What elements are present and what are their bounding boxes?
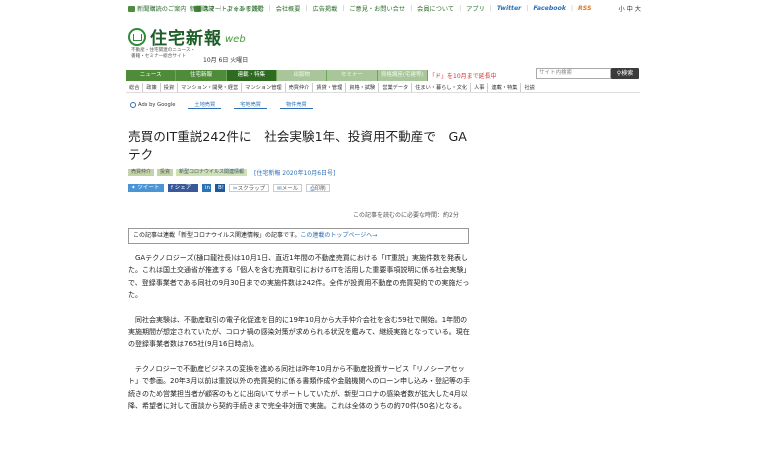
category-nav: 総合 政策 投資 マンション・開発・経営 マンション管理 売買仲介 賃貸・管理 … (126, 83, 640, 93)
cat-mansion-dev[interactable]: マンション・開発・経営 (178, 83, 243, 92)
cat-brokerage[interactable]: 売買仲介 (286, 83, 314, 92)
top-link-faq[interactable]: よくある質問 (226, 4, 263, 13)
newspaper-icon (128, 6, 135, 12)
cat-personnel[interactable]: 人事 (471, 83, 489, 92)
series-top-link[interactable]: この連載のトップページへ→ (300, 232, 377, 239)
article-paragraph: GAテクノロジーズ(樋口龍社長)は10月1日、直近1年間の不動産売買における「I… (128, 254, 471, 300)
current-date: 10月 6日 火曜日 (203, 57, 249, 64)
ads-label: Ads by Google (138, 102, 176, 108)
ad-lot-button[interactable]: 宅地売買 (234, 101, 267, 109)
cat-rental[interactable]: 賃貸・管理 (313, 83, 347, 92)
top-link-subscribe[interactable]: 新聞購読 (190, 4, 215, 13)
nav-publications[interactable]: 出版物 (276, 70, 328, 81)
cat-editorial[interactable]: 社説 (521, 83, 537, 92)
tag-investment[interactable]: 投資 (157, 169, 174, 176)
site-search-input[interactable]: サイト内検索 (536, 68, 611, 79)
linkedin-button[interactable]: in (202, 184, 211, 192)
series-note-text: この記事は連載「新型コロナウイルス関連情報」の記事です。 (133, 232, 301, 239)
logo-suffix: web (225, 34, 246, 45)
ad-land-button[interactable]: 土地売買 (188, 101, 222, 109)
nav-news[interactable]: ニュース (126, 70, 177, 81)
site-logo[interactable]: 住宅新報 web (128, 24, 246, 49)
ad-property-button[interactable]: 物件売買 (279, 101, 313, 109)
tag-brokerage[interactable]: 売買仲介 (128, 169, 155, 176)
cat-mansion-mgmt[interactable]: マンション管理 (242, 83, 286, 92)
cat-policy[interactable]: 政策 (143, 83, 161, 92)
tweet-button[interactable]: ✦ ツイート (128, 184, 164, 192)
search-button[interactable]: ⚲検索 (611, 68, 639, 79)
top-link-contact[interactable]: ご意見・お問い合せ (349, 4, 405, 13)
ad-row: Ads by Google 土地売買 宅地売買 物件売買 (130, 101, 313, 109)
series-note: この記事は連載「新型コロナウイルス関連情報」の記事です。この連載のトップページへ… (128, 228, 469, 244)
cat-qualification[interactable]: 資格・試験 (346, 83, 380, 92)
facebook-share-button[interactable]: f シェア (168, 184, 198, 192)
house-logo-icon (128, 27, 146, 46)
mail-button[interactable]: ✉メール (273, 184, 303, 192)
article-page: 新聞購読のご案内 スマートフォンで読む 新聞購読 | よくある質問 | 会社概要 | … (123, 0, 643, 456)
subscribe-link[interactable]: 新聞購読のご案内 (128, 4, 187, 13)
utility-bar: 新聞購読のご案内 スマートフォンで読む 新聞購読 | よくある質問 | 会社概要 | … (123, 4, 643, 18)
tag-covid[interactable]: 新型コロナウイルス関連情報 (176, 169, 248, 176)
rss-link[interactable]: RSS (578, 5, 591, 12)
cat-series[interactable]: 連載・特集 (488, 83, 522, 92)
article-title: 売買のIT重説242件に 社会実験1年、投資用不動産で GAテク (128, 129, 467, 162)
ad-info-icon[interactable] (130, 102, 136, 108)
logo-text: 住宅新報 (150, 29, 222, 49)
article-body: GAテクノロジーズ(樋口龍社長)は10月1日、直近1年間の不動産売買における「I… (128, 252, 473, 424)
article-tags: 売買仲介 投資 新型コロナウイルス関連情報 [住宅新報 2020年10月6日号] (128, 168, 335, 177)
read-time: この記事を読むのに必要な時間：約2分 (353, 212, 459, 219)
font-size-switch[interactable]: 小 中 大 (619, 4, 642, 13)
nav-series[interactable]: 連載・特集 (226, 70, 277, 81)
top-link-ads[interactable]: 広告掲載 (313, 4, 338, 13)
cat-investment[interactable]: 投資 (161, 83, 179, 92)
cat-living[interactable]: 住まい・暮らし・文化 (412, 83, 472, 92)
hatena-bookmark-button[interactable]: B! (215, 184, 225, 192)
nav-jutaku-shinpo[interactable]: 住宅新報 (176, 70, 227, 81)
article-paragraph: テクノロジーで不動産ビジネスの変換を進める同社は昨年10月から不動産投資サービス… (128, 364, 471, 411)
nav-courses[interactable]: 資格講座(宅建等) (377, 70, 428, 81)
cat-data[interactable]: 営業データ (379, 83, 413, 92)
nav-seminar[interactable]: セミナー (327, 70, 378, 81)
top-link-company[interactable]: 会社概要 (276, 4, 301, 13)
article-paragraph: 同社会実験は、不動産取引の電子化促進を目的に19年10月から大手仲介会社を含む5… (128, 315, 470, 349)
cat-general[interactable]: 総合 (126, 83, 144, 92)
main-nav: ニュース 住宅新報 連載・特集 出版物 セミナー 資格講座(宅建等) (126, 70, 428, 81)
article-byline: [住宅新報 2020年10月6日号] (254, 170, 336, 177)
scrap-button[interactable]: ✂スクラップ (229, 184, 270, 192)
promo-note[interactable]: 「ド」を10月まで延長中 (429, 71, 497, 80)
print-button[interactable]: ⎙印刷 (306, 184, 330, 192)
facebook-link[interactable]: Facebook (533, 5, 566, 12)
top-link-app[interactable]: アプリ (466, 4, 485, 13)
top-link-members[interactable]: 会員について (417, 4, 454, 13)
share-bar: ✦ ツイート f シェア in B! ✂スクラップ ✉メール ⎙印刷 (128, 184, 330, 192)
site-tagline: 不動産・住宅関連のニュース・ 書籍・セミナー総合サイト (131, 48, 196, 59)
twitter-link[interactable]: Twitter (497, 5, 521, 12)
